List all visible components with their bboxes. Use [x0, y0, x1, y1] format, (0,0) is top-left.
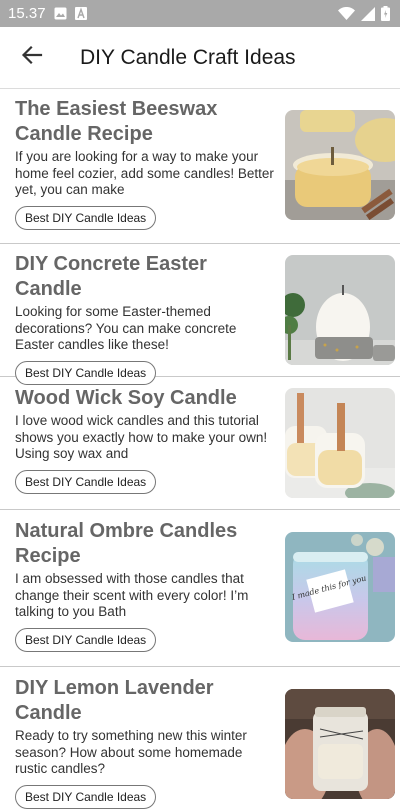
article-thumbnail[interactable]	[285, 689, 395, 799]
article-thumbnail[interactable]	[285, 388, 395, 498]
arrow-left-icon	[21, 44, 43, 71]
app-bar: DIY Candle Craft Ideas	[0, 27, 400, 89]
article-title: DIY Concrete Easter Candle	[15, 253, 207, 300]
article-list: The Easiest Beeswax Candle Recipe If you…	[0, 89, 400, 809]
back-button[interactable]	[18, 44, 46, 72]
text-a-icon	[74, 7, 87, 20]
category-tag-button[interactable]: Best DIY Candle Ideas	[15, 206, 157, 231]
wifi-icon	[338, 7, 355, 20]
article-description: Looking for some Easter-themed decoratio…	[15, 304, 237, 353]
article-card[interactable]: The Easiest Beeswax Candle Recipe If you…	[0, 89, 400, 244]
gallery-icon	[54, 7, 67, 20]
article-title: DIY Lemon Lavender Candle	[15, 677, 214, 724]
article-description: Ready to try something new this winter s…	[15, 728, 247, 777]
battery-icon	[381, 6, 390, 21]
status-time: 15.37	[8, 5, 46, 22]
article-thumbnail[interactable]	[285, 110, 395, 220]
article-title: Wood Wick Soy Candle	[15, 387, 237, 409]
article-title: The Easiest Beeswax Candle Recipe	[15, 98, 218, 145]
article-card[interactable]: DIY Lemon Lavender Candle Ready to try s…	[0, 667, 400, 809]
category-tag-button[interactable]: Best DIY Candle Ideas	[15, 628, 157, 653]
signal-icon	[361, 6, 375, 21]
article-card[interactable]: Natural Ombre Candles Recipe I am obsess…	[0, 510, 400, 667]
article-card[interactable]: DIY Concrete Easter Candle Looking for s…	[0, 244, 400, 386]
article-card[interactable]: Wood Wick Soy Candle I love wood wick ca…	[0, 377, 400, 510]
status-bar: 15.37	[0, 0, 400, 27]
article-description: I love wood wick candles and this tutori…	[15, 413, 268, 462]
page-title: DIY Candle Craft Ideas	[80, 45, 296, 69]
article-description: If you are looking for a way to make you…	[15, 149, 274, 198]
article-thumbnail[interactable]	[285, 255, 395, 365]
article-title: Natural Ombre Candles Recipe	[15, 520, 238, 567]
category-tag-button[interactable]: Best DIY Candle Ideas	[15, 470, 157, 495]
category-tag-button[interactable]: Best DIY Candle Ideas	[15, 785, 157, 809]
article-description: I am obsessed with those candles that ch…	[15, 571, 249, 620]
article-thumbnail[interactable]: I made this for you	[285, 532, 395, 642]
